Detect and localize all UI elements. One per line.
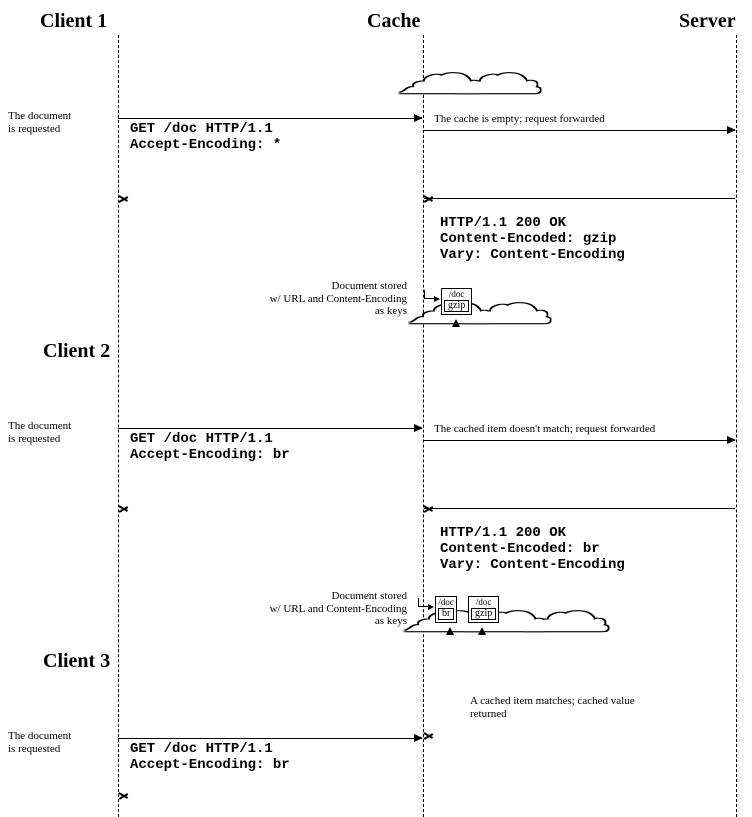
cache-empty-note: The cache is empty; request forwarded [434,113,605,126]
stored-note-1: Document stored w/ URL and Content-Encod… [270,280,407,318]
cache-entry-1-enc: gzip [444,300,469,312]
cache-entry-2a: /doc br [435,596,457,623]
client3-label: Client 3 [43,650,110,673]
cache-in-arrow-1 [424,290,439,299]
cache-hit-note: A cached item matches; cached value retu… [470,695,635,720]
arrow-client3-to-cache [118,738,422,739]
cache-in-arrow-2 [418,598,433,607]
cache-miss-note: The cached item doesn't match; request f… [434,423,655,436]
server-lifeline [736,35,737,817]
request1-text: GET /doc HTTP/1.1 Accept-Encoding: * [130,121,281,153]
client2-label: Client 2 [43,340,110,363]
request-note-3: The document is requested [8,730,71,755]
cache-entry-2a-enc: br [438,608,454,620]
cache-entry-2a-path: /doc [438,598,454,607]
line-server-to-cache-1 [424,198,735,199]
cache-entry-1-path: /doc [444,290,469,299]
cache-entry-1: /doc gzip [441,288,472,315]
request-note-2: The document is requested [8,420,71,445]
server-header: Server [679,10,736,33]
request3-text: GET /doc HTTP/1.1 Accept-Encoding: br [130,741,290,773]
cache-header: Cache [367,10,420,33]
arrow-cache-to-server-1 [424,130,735,131]
response1-text: HTTP/1.1 200 OK Content-Encoded: gzip Va… [440,215,625,263]
line-server-to-cache-2 [424,508,735,509]
stored-note-2: Document stored w/ URL and Content-Encod… [270,590,407,628]
cache-entry-2b-enc: gzip [471,608,496,620]
arrow-client1-to-cache [118,118,422,119]
arrow-cache-to-server-2 [424,440,735,441]
client1-header: Client 1 [40,10,107,33]
request-note-1: The document is requested [8,110,71,135]
cache-entry-2b: /doc gzip [468,596,499,623]
cache-entry-2b-path: /doc [471,598,496,607]
arrow-client2-to-cache [118,428,422,429]
request2-text: GET /doc HTTP/1.1 Accept-Encoding: br [130,431,290,463]
response2-text: HTTP/1.1 200 OK Content-Encoded: br Vary… [440,525,625,573]
cache-lifeline [423,35,424,817]
client-lifeline [118,35,119,817]
